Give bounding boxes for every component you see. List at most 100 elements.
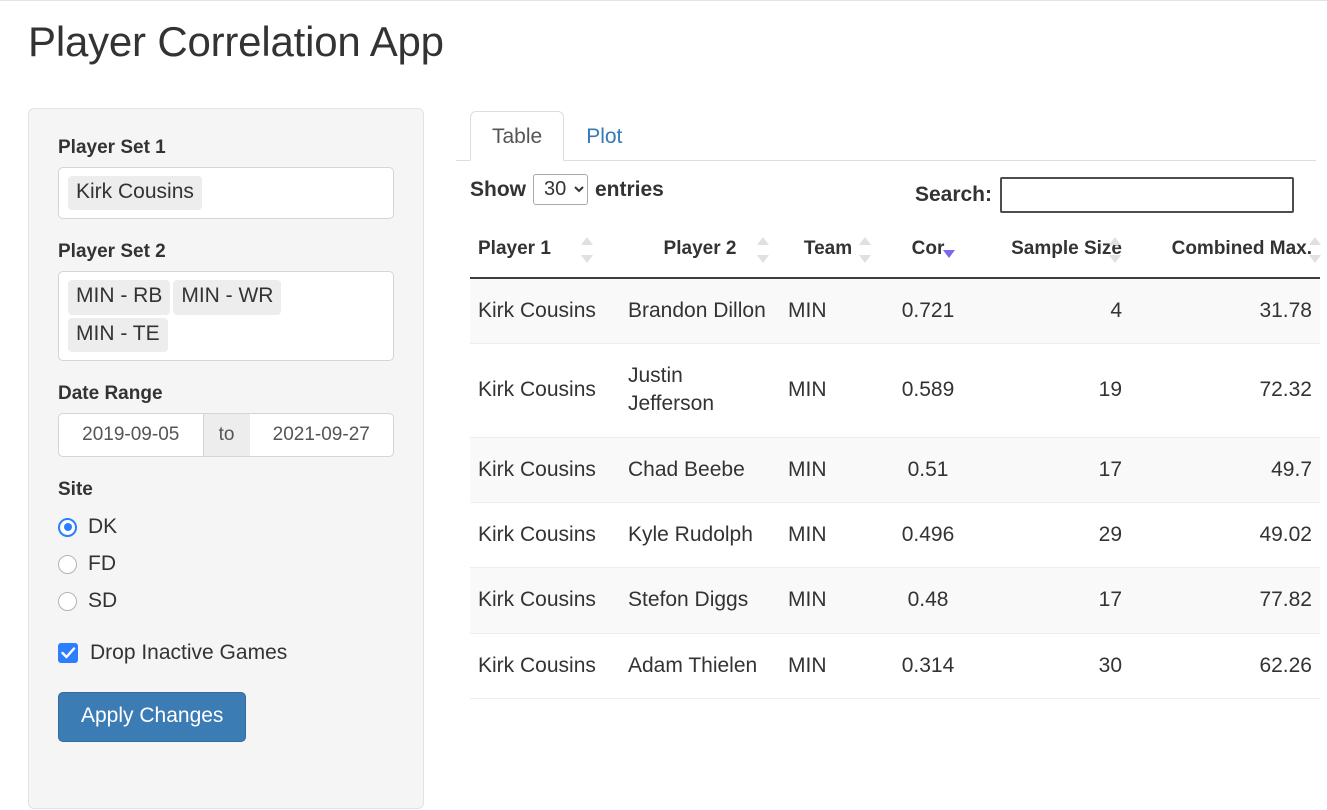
table-header-row: Player 1 Player 2 Team Cor Sample Size C… [470,223,1322,279]
search-label: Search: [914,183,992,206]
site-radio-fd[interactable]: FD [58,546,394,583]
cell-player-2: Kyle Rudolph [620,502,780,569]
filters-panel: Player Set 1 Kirk Cousins Player Set 2 M… [28,108,424,809]
datatable-controls: Show 30 entries Search: [456,167,1316,223]
radio-icon[interactable] [58,591,77,611]
date-range-separator: to [203,412,250,457]
cell-team: MIN [780,437,876,504]
player-chip[interactable]: Kirk Cousins [68,176,202,211]
cell-cor: 0.48 [876,567,980,634]
cell-combined-max: 72.32 [1130,343,1320,438]
column-header-player-1-label: Player 1 [478,238,551,259]
drop-inactive-games-label: Drop Inactive Games [90,640,288,664]
cell-player-1: Kirk Cousins [470,277,620,345]
cell-team: MIN [780,567,876,634]
table-row[interactable]: Kirk Cousins Stefon Diggs MIN 0.48 17 77… [470,567,1320,634]
cell-combined-max: 49.7 [1130,437,1320,504]
column-header-sample-size-label: Sample Size [1011,238,1122,259]
player-set-1-input[interactable]: Kirk Cousins [58,167,394,220]
column-header-cor[interactable]: Cor [876,223,980,279]
table-row[interactable]: Kirk Cousins Chad Beebe MIN 0.51 17 49.7 [470,437,1320,504]
show-label: Show [470,177,526,201]
date-start-input[interactable]: 2019-09-05 [58,412,204,457]
sort-arrows-icon[interactable] [1309,236,1322,263]
cell-cor: 0.51 [876,437,980,504]
cell-cor: 0.314 [876,633,980,700]
cell-cor: 0.496 [876,502,980,569]
cell-player-1: Kirk Cousins [470,567,620,634]
cell-sample-size: 17 [980,437,1130,504]
cell-player-2: Chad Beebe [620,437,780,504]
search-control: Search: [915,177,1294,213]
cell-team: MIN [780,343,876,438]
column-header-combined-max-label: Combined Max. [1171,238,1312,259]
cell-combined-max: 77.82 [1130,567,1320,634]
date-range-label: Date Range [58,382,163,404]
column-header-player-2[interactable]: Player 2 [620,223,780,279]
cell-player-1: Kirk Cousins [470,502,620,569]
table-body: Kirk Cousins Brandon Dillon MIN 0.721 4 … [470,277,1320,700]
results-panel: Table Plot Show 30 entries Search: Playe… [456,109,1321,700]
apply-changes-button[interactable]: Apply Changes [58,691,247,742]
column-header-player-2-label: Player 2 [663,238,737,259]
column-header-team[interactable]: Team [780,223,876,279]
tab-bar: Table Plot [456,109,1316,161]
cell-player-1: Kirk Cousins [470,343,620,438]
entries-length-control: Show 30 entries [470,174,664,205]
column-header-sample-size[interactable]: Sample Size [980,223,1130,279]
site-radio-fd-label: FD [88,552,116,576]
cell-sample-size: 4 [980,277,1130,345]
radio-icon[interactable] [58,517,77,537]
table-head: Player 1 Player 2 Team Cor Sample Size C… [470,223,1322,279]
table-row[interactable]: Kirk Cousins Adam Thielen MIN 0.314 30 6… [470,633,1320,700]
date-range-group: 2019-09-05 to 2021-09-27 [58,412,394,457]
page-title: Player Correlation App [28,18,444,65]
sort-descending-icon[interactable] [943,237,956,263]
tab-plot[interactable]: Plot [564,111,644,161]
cell-player-2: Justin Jefferson [620,343,780,438]
checkmark-icon[interactable] [58,642,78,663]
date-end-input[interactable]: 2021-09-27 [249,412,394,457]
entries-label: entries [595,177,664,201]
correlation-table: Player 1 Player 2 Team Cor Sample Size C… [470,223,1322,700]
tab-table[interactable]: Table [470,110,565,161]
column-header-combined-max[interactable]: Combined Max. [1130,223,1322,279]
site-radio-dk[interactable]: DK [58,509,394,546]
sort-arrows-icon[interactable] [1109,236,1122,263]
site-label: Site [58,478,93,500]
column-header-player-1[interactable]: Player 1 [470,223,620,279]
cell-player-1: Kirk Cousins [470,633,620,700]
app-root: Player Correlation App Player Set 1 Kirk… [0,18,1327,810]
sort-arrows-icon[interactable] [581,236,594,263]
page-top-divider [0,0,1327,1]
site-radio-sd[interactable]: SD [58,583,394,620]
site-radio-sd-label: SD [88,589,118,613]
player-chip[interactable]: MIN - TE [68,317,168,352]
cell-player-2: Stefon Diggs [620,567,780,634]
cell-team: MIN [780,502,876,569]
cell-sample-size: 29 [980,502,1130,569]
search-input[interactable] [1000,177,1294,213]
sort-arrows-icon[interactable] [859,236,872,263]
player-set-1-label: Player Set 1 [58,137,166,158]
cell-cor: 0.589 [876,343,980,438]
sort-arrows-icon[interactable] [757,236,770,263]
cell-player-2: Brandon Dillon [620,277,780,345]
player-set-2-input[interactable]: MIN - RB MIN - WR MIN - TE [58,271,394,361]
page-length-select[interactable]: 30 [533,174,588,205]
cell-combined-max: 62.26 [1130,633,1320,700]
player-set-2-label: Player Set 2 [58,241,166,263]
player-chip[interactable]: MIN - RB [68,280,171,315]
cell-combined-max: 49.02 [1130,502,1320,569]
radio-icon[interactable] [58,554,77,574]
player-chip[interactable]: MIN - WR [173,280,282,315]
cell-sample-size: 19 [980,343,1130,438]
table-row[interactable]: Kirk Cousins Kyle Rudolph MIN 0.496 29 4… [470,502,1320,569]
drop-inactive-games-checkbox[interactable]: Drop Inactive Games [58,638,394,668]
cell-sample-size: 17 [980,567,1130,634]
table-row[interactable]: Kirk Cousins Brandon Dillon MIN 0.721 4 … [470,277,1320,345]
cell-combined-max: 31.78 [1130,277,1320,345]
cell-team: MIN [780,633,876,700]
table-row[interactable]: Kirk Cousins Justin Jefferson MIN 0.589 … [470,343,1320,438]
cell-team: MIN [780,277,876,345]
